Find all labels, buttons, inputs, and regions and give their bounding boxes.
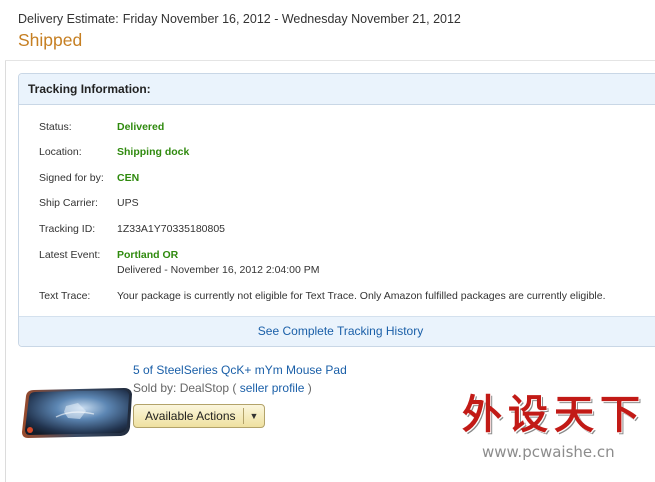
watermark-char: 外 — [462, 392, 502, 438]
available-actions-label: Available Actions — [145, 409, 236, 423]
tracking-panel-title: Tracking Information: — [19, 74, 655, 105]
latest-event-label: Latest Event: — [39, 249, 101, 261]
product-image[interactable] — [20, 387, 134, 439]
delivery-estimate: Delivery Estimate: Friday November 16, 20… — [18, 12, 461, 26]
tracking-history-footer: See Complete Tracking History — [19, 316, 655, 346]
latest-event-location: Portland OR — [117, 249, 179, 261]
sold-by: Sold by: DealStop ( seller profile ) — [133, 381, 312, 395]
delivery-estimate-label: Delivery Estimate: — [18, 12, 119, 26]
see-complete-tracking-history-link[interactable]: See Complete Tracking History — [258, 324, 423, 338]
seller-profile-link[interactable]: seller profile — [240, 381, 305, 395]
ship-carrier-value: UPS — [117, 197, 139, 209]
watermark-char: 天 — [554, 392, 594, 438]
signed-for-label: Signed for by: — [39, 172, 104, 184]
latest-event-detail: Delivered - November 16, 2012 2:04:00 PM — [117, 264, 320, 276]
available-actions-button[interactable]: Available Actions ▼ — [133, 404, 265, 428]
tracking-panel: Tracking Information: Status: Delivered … — [18, 73, 655, 347]
sold-by-prefix: Sold by: DealStop ( — [133, 381, 237, 395]
shipment-status-heading: Shipped — [18, 30, 83, 50]
location-label: Location: — [39, 146, 82, 158]
watermark: 外 设 天 下 www.pcwaishe.cn — [460, 390, 645, 470]
watermark-url: www.pcwaishe.cn — [482, 443, 615, 461]
section-divider — [5, 60, 655, 61]
ship-carrier-label: Ship Carrier: — [39, 197, 98, 209]
caret-down-icon[interactable]: ▼ — [244, 411, 264, 421]
tracking-id-value: 1Z33A1Y70335180805 — [117, 223, 226, 235]
watermark-logo: 外 设 天 下 — [460, 390, 644, 442]
text-trace-value: Your package is currently not eligible f… — [117, 290, 606, 302]
delivery-estimate-value: Friday November 16, 2012 - Wednesday Nov… — [122, 12, 461, 26]
status-label: Status: — [39, 121, 72, 133]
sold-by-suffix: ) — [307, 381, 312, 395]
product-title-link[interactable]: 5 of SteelSeries QcK+ mYm Mouse Pad — [133, 363, 347, 377]
tracking-id-label: Tracking ID: — [39, 223, 96, 235]
signed-for-value: CEN — [117, 172, 140, 184]
left-border — [5, 60, 6, 482]
text-trace-label: Text Trace: — [39, 290, 91, 302]
status-value: Delivered — [117, 121, 165, 133]
mouse-pad-image — [22, 388, 132, 438]
watermark-char: 下 — [600, 392, 640, 438]
watermark-char: 设 — [508, 392, 548, 438]
location-value: Shipping dock — [117, 146, 190, 158]
